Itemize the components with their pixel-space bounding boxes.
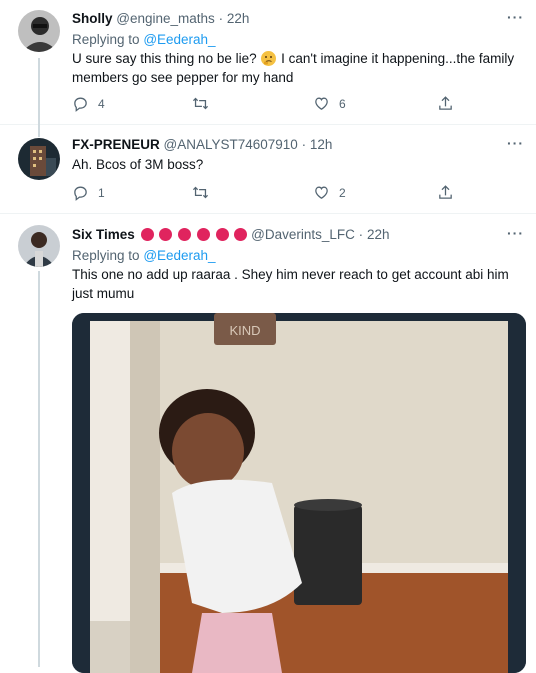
thread-line [38, 58, 40, 124]
retweet-icon [192, 186, 209, 199]
tweet-header: Six Times @Daverints_LFC · 22h [72, 227, 389, 243]
handle[interactable]: @ANALYST74607910 [164, 137, 298, 152]
red-circle-icon [178, 228, 192, 241]
separator: · [358, 227, 364, 242]
replying-to: Replying to @Eederah_ [72, 32, 216, 48]
thread-line [38, 271, 40, 667]
like-count: 6 [339, 96, 346, 111]
red-circle-icon [140, 228, 154, 241]
reply-icon [74, 186, 87, 201]
red-circle-icon [215, 228, 229, 241]
timestamp[interactable]: 22h [367, 227, 390, 242]
display-name[interactable]: Sholly [72, 11, 113, 26]
more-icon[interactable]: ··· [507, 9, 524, 25]
tweet-actions: 4 6 [72, 95, 452, 115]
reply-icon [74, 97, 87, 112]
timestamp[interactable]: 12h [310, 137, 333, 152]
reply-button[interactable]: 1 [72, 184, 105, 201]
like-count: 2 [339, 185, 346, 200]
tweet-header: FX-PRENEUR @ANALYST74607910 · 12h [72, 137, 332, 153]
share-icon [439, 185, 452, 199]
like-button[interactable]: 2 [313, 184, 346, 201]
like-icon [315, 186, 328, 199]
replying-to: Replying to @Eederah_ [72, 248, 216, 264]
timestamp[interactable]: 22h [227, 11, 250, 26]
tweet-text-part1: U sure say this thing no be lie? [72, 51, 257, 66]
retweet-button[interactable] [192, 184, 218, 201]
tweet-media-image[interactable]: KIND [72, 313, 526, 673]
share-button[interactable] [437, 184, 454, 201]
thinking-emoji-icon [261, 51, 277, 66]
retweet-icon [192, 97, 209, 110]
tweet-text: This one no add up raaraa . Shey him nev… [72, 267, 509, 301]
display-name[interactable]: FX-PRENEUR [72, 137, 160, 152]
replying-handle-link[interactable]: @Eederah_ [143, 32, 215, 47]
reply-count: 1 [98, 185, 105, 200]
handle[interactable]: @Daverints_LFC [251, 227, 355, 242]
more-icon[interactable]: ··· [507, 135, 524, 151]
reply-button[interactable]: 4 [72, 95, 105, 112]
tweet-six-times[interactable]: Six Times @Daverints_LFC · 22h ··· Reply… [0, 213, 536, 673]
like-icon [315, 97, 328, 110]
display-name[interactable]: Six Times [72, 227, 135, 242]
like-button[interactable]: 6 [313, 95, 346, 112]
tweet-actions: 1 2 [72, 184, 452, 204]
tweet-text: Ah. Bcos of 3M boss? [72, 157, 204, 172]
thread-line [38, 124, 40, 137]
tweet-text: U sure say this thing no be lie? I can't… [72, 49, 522, 87]
handle[interactable]: @engine_maths [116, 11, 215, 26]
replying-handle-link[interactable]: @Eederah_ [143, 248, 215, 263]
avatar-sholly[interactable] [18, 10, 60, 52]
separator: · [301, 137, 307, 152]
share-icon [439, 96, 452, 110]
red-circle-icon [234, 228, 248, 241]
tweet-fx-preneur[interactable]: FX-PRENEUR @ANALYST74607910 · 12h ··· Ah… [0, 124, 536, 213]
replying-label: Replying to [72, 248, 140, 263]
separator: · [218, 11, 224, 26]
share-button[interactable] [437, 95, 454, 112]
tweet-header: Sholly @engine_maths · 22h [72, 11, 249, 27]
media-sign-text: KIND [229, 323, 260, 338]
tweet-sholly[interactable]: Sholly @engine_maths · 22h ··· Replying … [0, 0, 536, 124]
reply-count: 4 [98, 96, 105, 111]
replying-label: Replying to [72, 32, 140, 47]
red-circle-icon [196, 228, 210, 241]
avatar-fx-preneur[interactable] [18, 138, 60, 180]
red-circle-icon [159, 228, 173, 241]
avatar-six-times[interactable] [18, 225, 60, 267]
more-icon[interactable]: ··· [507, 225, 524, 241]
retweet-button[interactable] [192, 95, 218, 112]
